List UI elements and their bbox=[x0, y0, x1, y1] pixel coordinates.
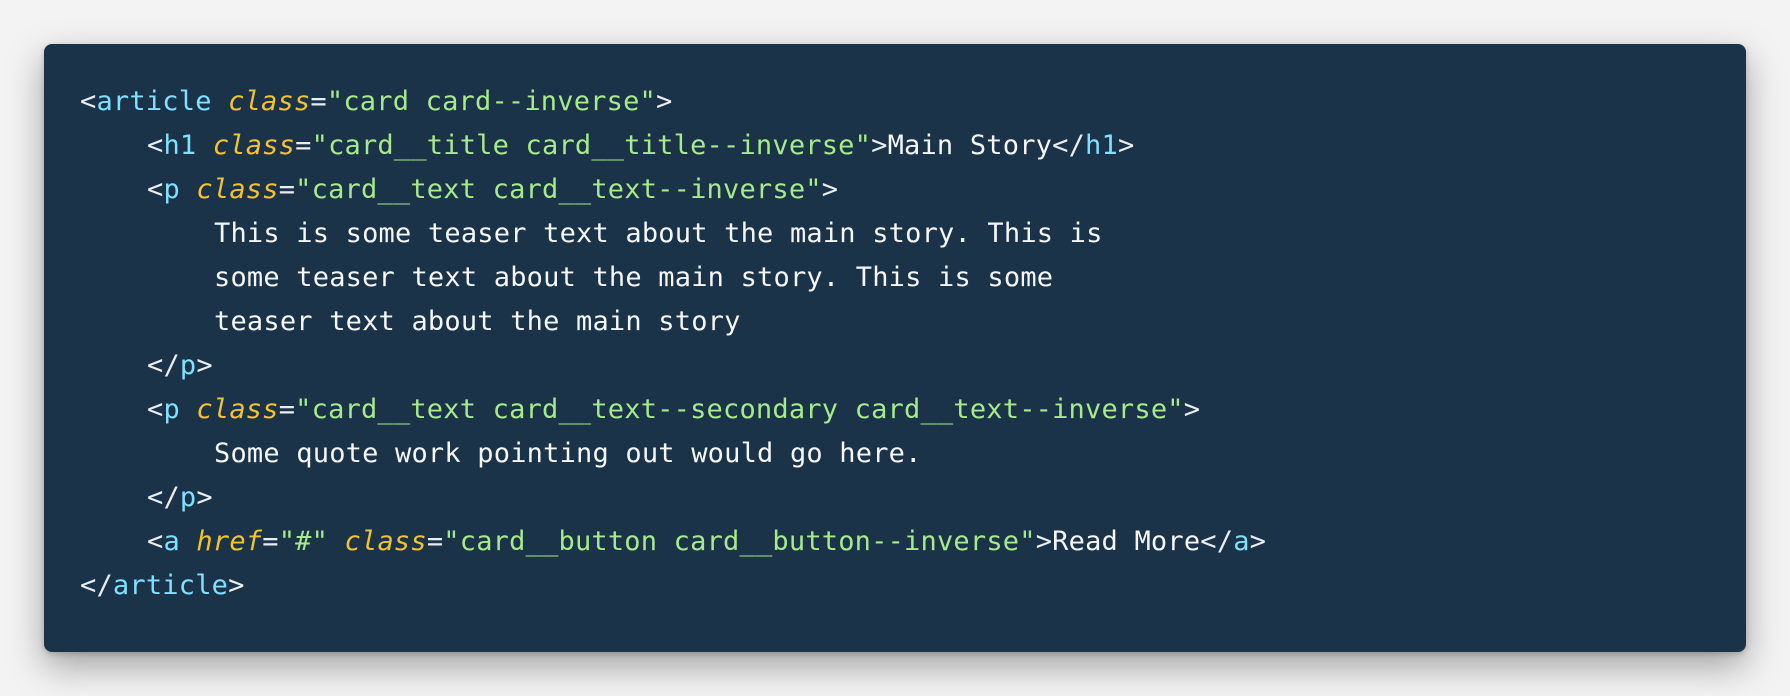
equals-sign: = bbox=[426, 526, 444, 557]
tag-name: p bbox=[179, 482, 197, 513]
closing-close-bracket: > bbox=[1249, 526, 1267, 557]
attribute-name: class bbox=[212, 130, 296, 161]
attribute-value: "#" bbox=[278, 526, 329, 557]
open-bracket: </ bbox=[147, 482, 180, 513]
code-line-11: <a href="#" class="card__button card__bu… bbox=[80, 520, 1746, 564]
code-block: <article class="card card--inverse"> <h1 … bbox=[44, 44, 1746, 652]
open-bracket: < bbox=[147, 174, 164, 205]
open-bracket: < bbox=[147, 394, 164, 425]
close-bracket: > bbox=[821, 174, 839, 205]
tag-name: p bbox=[163, 394, 180, 425]
close-bracket: > bbox=[656, 86, 673, 117]
open-bracket: </ bbox=[147, 350, 180, 381]
open-bracket: < bbox=[147, 526, 164, 557]
attribute-name: class bbox=[344, 526, 427, 557]
closing-open-bracket: </ bbox=[1200, 526, 1234, 557]
equals-sign: = bbox=[278, 394, 296, 425]
code-line-9: Some quote work pointing out would go he… bbox=[80, 432, 1746, 476]
open-bracket: </ bbox=[80, 570, 113, 601]
close-bracket: > bbox=[196, 350, 213, 381]
open-bracket: < bbox=[80, 86, 97, 117]
element-text: some teaser text about the main story. T… bbox=[214, 262, 1054, 293]
close-bracket: > bbox=[871, 130, 888, 161]
closing-close-bracket: > bbox=[1117, 130, 1135, 161]
element-text: Read More bbox=[1052, 526, 1201, 557]
open-bracket: < bbox=[147, 130, 164, 161]
attribute-value: "card__text card__text--inverse" bbox=[295, 174, 822, 205]
tag-name: h1 bbox=[163, 130, 197, 161]
equals-sign: = bbox=[278, 174, 296, 205]
tag-name: article bbox=[96, 86, 212, 117]
closing-tag-name: a bbox=[1233, 526, 1250, 557]
close-bracket: > bbox=[196, 482, 213, 513]
close-bracket: > bbox=[1035, 526, 1053, 557]
code-listing: <article class="card card--inverse"> <h1 … bbox=[80, 80, 1746, 608]
element-text: Some quote work pointing out would go he… bbox=[214, 438, 922, 469]
code-line-5: some teaser text about the main story. T… bbox=[80, 256, 1746, 300]
code-line-1: <article class="card card--inverse"> bbox=[80, 80, 1746, 124]
code-line-12: </article> bbox=[80, 564, 1746, 608]
element-text: Main Story bbox=[887, 130, 1053, 161]
closing-tag-name: h1 bbox=[1085, 130, 1118, 161]
closing-open-bracket: </ bbox=[1052, 130, 1086, 161]
attribute-name: class bbox=[228, 86, 311, 117]
close-bracket: > bbox=[228, 570, 245, 601]
code-line-8: <p class="card__text card__text--seconda… bbox=[80, 388, 1746, 432]
attribute-value: "card__button card__button--inverse" bbox=[443, 526, 1036, 557]
close-bracket: > bbox=[1183, 394, 1201, 425]
attribute-name: href bbox=[196, 526, 263, 557]
tag-name: article bbox=[112, 570, 229, 601]
code-line-6: teaser text about the main story bbox=[80, 300, 1746, 344]
equals-sign: = bbox=[295, 130, 312, 161]
attribute-value: "card__text card__text--secondary card__… bbox=[295, 394, 1184, 425]
element-text: This is some teaser text about the main … bbox=[214, 218, 1103, 249]
attribute-value: "card card--inverse" bbox=[326, 86, 656, 117]
equals-sign: = bbox=[310, 86, 327, 117]
equals-sign: = bbox=[262, 526, 279, 557]
tag-name: a bbox=[163, 526, 180, 557]
code-line-10: </p> bbox=[80, 476, 1746, 520]
attribute-value: "card__title card__title--inverse" bbox=[311, 130, 872, 161]
code-line-7: </p> bbox=[80, 344, 1746, 388]
tag-name: p bbox=[163, 174, 180, 205]
code-line-2: <h1 class="card__title card__title--inve… bbox=[80, 124, 1746, 168]
code-line-4: This is some teaser text about the main … bbox=[80, 212, 1746, 256]
code-line-3: <p class="card__text card__text--inverse… bbox=[80, 168, 1746, 212]
attribute-name: class bbox=[196, 394, 279, 425]
attribute-name: class bbox=[196, 174, 279, 205]
tag-name: p bbox=[179, 350, 197, 381]
element-text: teaser text about the main story bbox=[214, 306, 741, 337]
